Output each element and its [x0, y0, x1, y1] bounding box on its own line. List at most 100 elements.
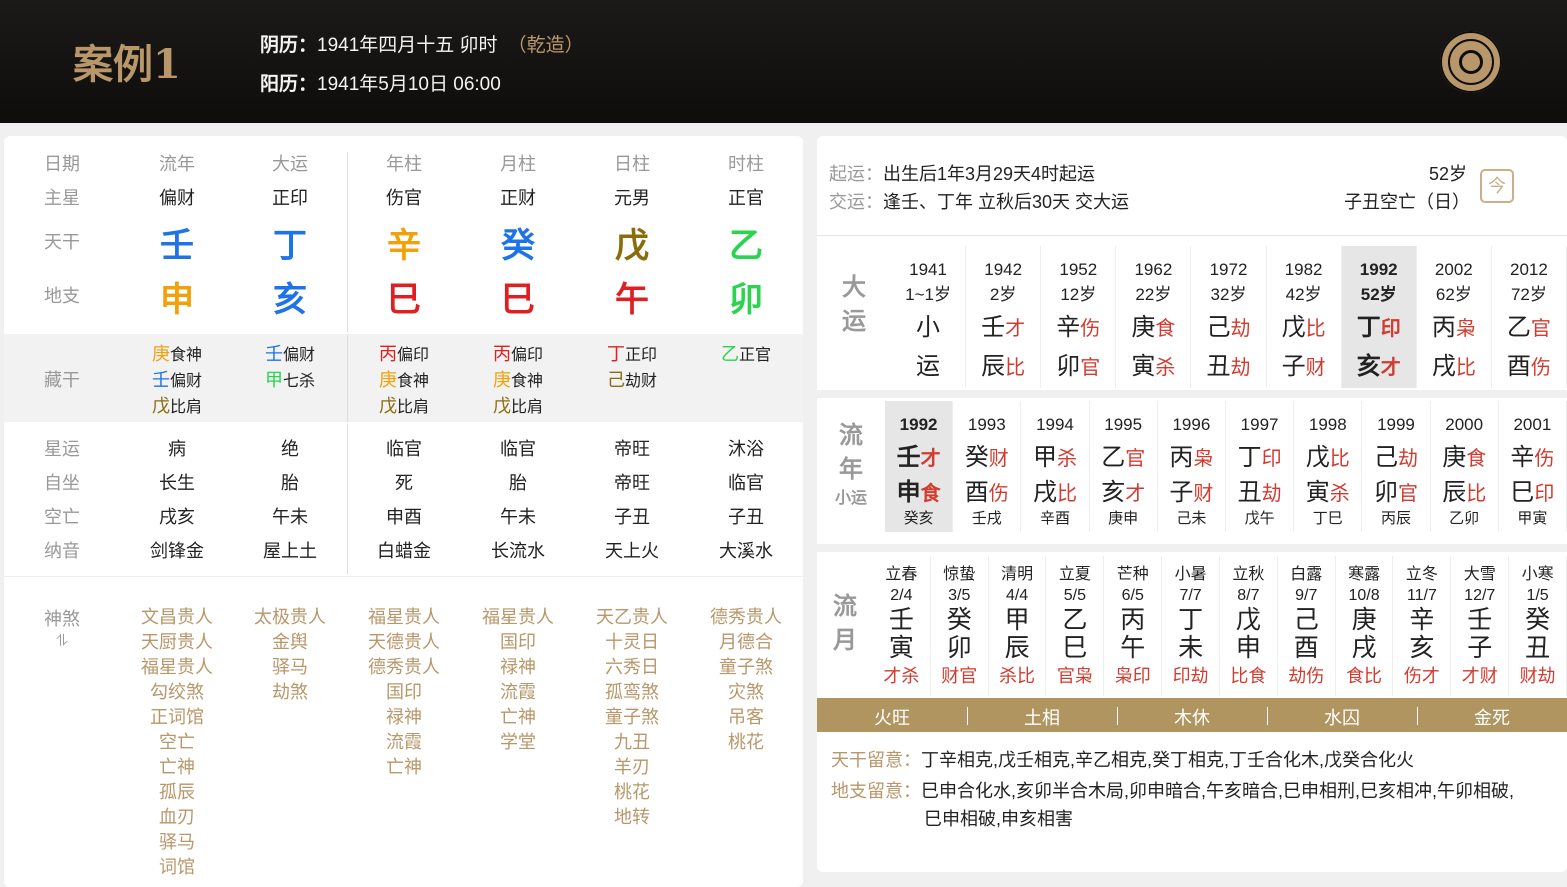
liuyue-column[interactable]: 小寒 1/5 癸丑财劫 — [1509, 556, 1567, 696]
shensha-item[interactable]: 福星贵人 — [120, 655, 234, 680]
liuyue-shishen: 财官 — [941, 666, 978, 686]
shensha-item[interactable]: 童子煞 — [689, 655, 803, 680]
liunian-column[interactable]: 1997 丁印 丑劫 戊午 — [1226, 401, 1295, 532]
shensha-item[interactable]: 太极贵人 — [233, 605, 347, 630]
liuyue-column[interactable]: 寒露 10/8 庚戌食比 — [1336, 556, 1394, 696]
column-header: 流年 — [159, 154, 195, 174]
canggan-item: 庚食神 — [461, 368, 575, 394]
liunian-column[interactable]: 1998 戊比 寅杀 丁巳 — [1294, 401, 1363, 532]
shensha-item[interactable]: 国印 — [347, 680, 461, 705]
shensha-item[interactable]: 天厨贵人 — [120, 630, 234, 655]
shensha-item[interactable]: 六秀日 — [575, 655, 689, 680]
shensha-item[interactable]: 孤辰 — [120, 780, 234, 805]
dayun-column[interactable]: 1952 12岁 辛伤 卯官 — [1041, 246, 1117, 388]
header-banner: 案例1 阴历：1941年四月十五 卯时 （乾造） 阳历：1941年5月10日 06… — [0, 0, 1567, 123]
shensha-item[interactable]: 驿马 — [233, 655, 347, 680]
shensha-item[interactable]: 正词馆 — [120, 705, 234, 730]
canggan-stem: 丙 — [492, 344, 511, 364]
shensha-item[interactable]: 月德合 — [689, 630, 803, 655]
dayun-column[interactable]: 1992 52岁 丁印 亥才 — [1341, 246, 1417, 388]
shensha-item[interactable]: 流霞 — [461, 680, 575, 705]
liunian-column[interactable]: 2000 庚食 辰比 乙卯 — [1431, 401, 1499, 532]
liunian-gan: 庚食 — [1431, 437, 1498, 472]
shensha-item[interactable]: 德秀贵人 — [347, 655, 461, 680]
nayin-cell: 大溪水 — [719, 541, 773, 561]
liunian-gan-shishen: 财 — [988, 448, 1009, 470]
shensha-item[interactable]: 文昌贵人 — [120, 605, 234, 630]
dayun-column[interactable]: 2002 62岁 丙枭 戌比 — [1417, 246, 1492, 388]
shensha-item[interactable]: 词馆 — [120, 855, 234, 880]
liunian-column[interactable]: 1995 乙官 亥才 庚申 — [1090, 401, 1158, 532]
liuyue-column[interactable]: 清明 4/4 甲辰杀比 — [989, 556, 1047, 696]
shensha-item[interactable]: 空亡 — [120, 730, 234, 755]
shensha-item[interactable]: 童子煞 — [575, 705, 689, 730]
liunian-column[interactable]: 1996 丙枭 子财 己未 — [1158, 401, 1226, 532]
shensha-item[interactable]: 羊刃 — [575, 755, 689, 780]
shensha-item[interactable]: 金舆 — [233, 630, 347, 655]
shensha-item[interactable]: 灾煞 — [689, 680, 803, 705]
dayun-column[interactable]: 1942 2岁 壬才 辰比 — [966, 246, 1042, 388]
shensha-item[interactable]: 桃花 — [575, 780, 689, 805]
shensha-item[interactable]: 禄神 — [347, 705, 461, 730]
dayun-column[interactable]: 1962 22岁 庚食 寅杀 — [1116, 246, 1192, 388]
wuxing-state: 土相 — [1024, 708, 1060, 728]
snail-logo-icon[interactable] — [1440, 31, 1502, 93]
shensha-item[interactable]: 亡神 — [120, 755, 234, 780]
liuyue-shishen: 才杀 — [883, 666, 920, 686]
liunian-column[interactable]: 1999 己劫 卯官 丙辰 — [1362, 401, 1431, 532]
liuyue-column[interactable]: 惊蛰 3/5 癸卯财官 — [931, 556, 989, 696]
shensha-item[interactable]: 九丑 — [575, 730, 689, 755]
liunian-column[interactable]: 1992 壬才 申食 癸亥 — [885, 401, 954, 532]
shensha-item[interactable]: 吊客 — [689, 705, 803, 730]
shensha-item[interactable]: 亡神 — [347, 755, 461, 780]
liuyue-column[interactable]: 立秋 8/7 戊申比食 — [1220, 556, 1278, 696]
shensha-item[interactable]: 亡神 — [461, 705, 575, 730]
row-label: 空亡 — [44, 507, 80, 527]
dayun-column[interactable]: 1982 42岁 戊比 子财 — [1267, 246, 1342, 388]
shensha-item[interactable]: 血刃 — [120, 805, 234, 830]
shensha-item[interactable]: 学堂 — [461, 730, 575, 755]
liuyue-jieqi: 清明 — [1001, 566, 1034, 583]
shensha-item[interactable]: 地转 — [575, 805, 689, 830]
liunian-column[interactable]: 2001 辛伤 巳印 甲寅 — [1499, 401, 1567, 532]
shensha-item[interactable]: 禄神 — [461, 655, 575, 680]
canggan-item: 戊比肩 — [120, 394, 234, 420]
shensha-item[interactable]: 国印 — [461, 630, 575, 655]
shensha-item[interactable]: 天乙贵人 — [575, 605, 689, 630]
liuyue-column[interactable]: 立春 2/4 壬寅才杀 — [873, 556, 931, 696]
liunian-column[interactable]: 1993 癸财 酉伤 壬戌 — [953, 401, 1022, 532]
bazi-chart-panel: 日期 流年 大运 年柱 月柱 日柱 时柱 主星 偏财 正印 伤官 正财 元男 正官 天干壬丁辛癸戊乙地支申亥… — [4, 136, 803, 887]
shensha-item[interactable]: 天德贵人 — [347, 630, 461, 655]
liunian-column[interactable]: 1994 甲杀 戌比 辛酉 — [1021, 401, 1090, 532]
collapse-toggle-icon[interactable]: ⥮ — [4, 633, 120, 651]
dayun-row: 大运 1941 1~1岁小运 1942 2岁 壬才 辰比 1952 12岁 辛伤 卯官 1962 22岁… — [817, 246, 1567, 388]
shensha-item[interactable]: 流霞 — [347, 730, 461, 755]
liuyue-column[interactable]: 立冬 11/7 辛亥伤才 — [1394, 556, 1452, 696]
dayun-column[interactable]: 1941 1~1岁小运 — [891, 246, 967, 388]
dayun-column[interactable]: 1972 32岁 己劫 丑劫 — [1191, 246, 1267, 388]
liuyue-column[interactable]: 芒种 6/5 丙午枭印 — [1104, 556, 1163, 696]
liuyue-column[interactable]: 立夏 5/5 乙巳官枭 — [1047, 556, 1105, 696]
shensha-item[interactable]: 驿马 — [120, 830, 234, 855]
liuyue-column[interactable]: 大雪 12/7 壬子才财 — [1451, 556, 1510, 696]
shensha-item[interactable]: 孤鸾煞 — [575, 680, 689, 705]
canggan-shishen: 偏财 — [169, 373, 202, 390]
liuyue-zhi: 亥 — [1409, 634, 1435, 662]
lunar-label: 阴历： — [260, 35, 318, 56]
today-icon[interactable]: 今 — [1480, 169, 1514, 203]
shensha-item[interactable]: 十灵日 — [575, 630, 689, 655]
liunian-xiaoyun: 己未 — [1176, 510, 1207, 527]
dayun-column[interactable]: 2012 72岁 乙官 酉伤 — [1492, 246, 1567, 388]
dayun-zhi: 酉伤 — [1492, 346, 1566, 381]
shensha-item[interactable]: 德秀贵人 — [689, 605, 803, 630]
shensha-item[interactable]: 福星贵人 — [461, 605, 575, 630]
liuyue-column[interactable]: 白露 9/7 己酉劫伤 — [1278, 556, 1336, 696]
liuyue-zhi: 午 — [1120, 634, 1146, 662]
shensha-item[interactable]: 福星贵人 — [347, 605, 461, 630]
shensha-item[interactable]: 劫煞 — [233, 680, 347, 705]
shensha-item[interactable]: 桃花 — [689, 730, 803, 755]
shensha-item[interactable]: 勾绞煞 — [120, 680, 234, 705]
liuyue-column[interactable]: 小暑 7/7 丁未印劫 — [1162, 556, 1220, 696]
liunian-gan: 乙官 — [1090, 437, 1157, 472]
dayun-zhi: 亥才 — [1342, 346, 1416, 381]
